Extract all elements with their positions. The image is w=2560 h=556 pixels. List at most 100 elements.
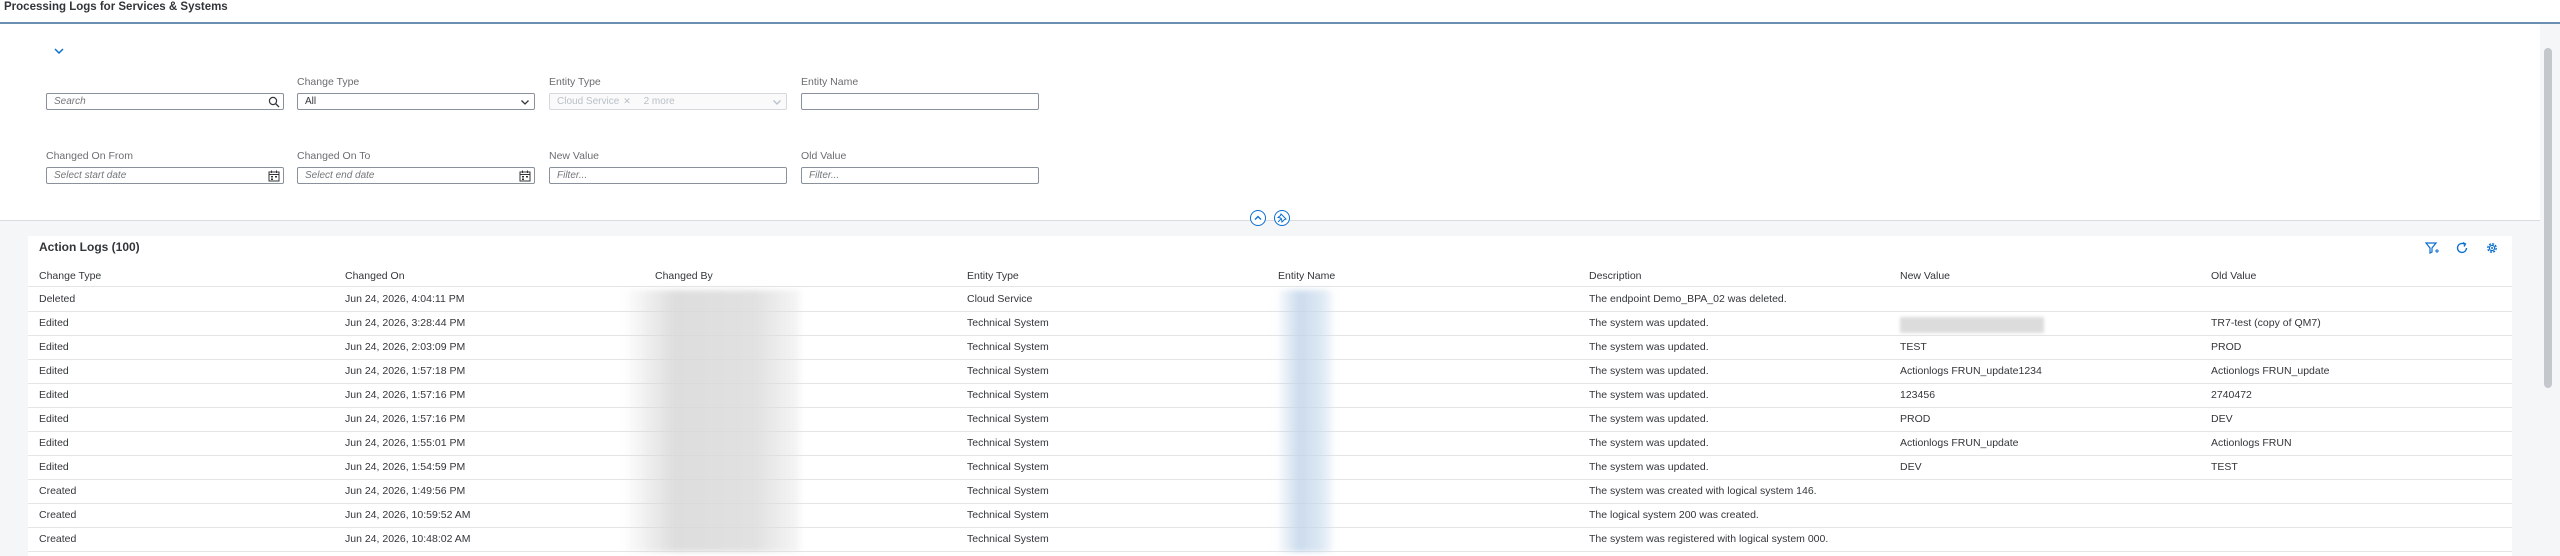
- entity-type-multiselect[interactable]: Cloud Service ✕ 2 more: [549, 93, 787, 110]
- cell-description: The system was updated.: [1589, 317, 1709, 329]
- column-header-new-value[interactable]: New Value: [1900, 270, 1950, 282]
- cell-description: The system was updated.: [1589, 413, 1709, 425]
- cell-changed-on: Jun 24, 2026, 1:54:59 PM: [345, 461, 466, 473]
- cell-new-value: TEST: [1900, 341, 1927, 353]
- cell-description: The logical system 200 was created.: [1589, 509, 1759, 521]
- column-header-entity-type[interactable]: Entity Type: [967, 270, 1019, 282]
- cell-entity-type: Cloud Service: [967, 293, 1033, 305]
- column-header-entity-name[interactable]: Entity Name: [1278, 270, 1335, 282]
- calendar-icon[interactable]: [519, 170, 531, 182]
- table-row[interactable]: Edited Jun 24, 2026, 1:57:16 PM Technical …: [28, 383, 2512, 408]
- table-row[interactable]: Edited Jun 24, 2026, 1:57:16 PM Technical …: [28, 407, 2512, 432]
- search-input[interactable]: Search: [46, 93, 284, 110]
- cell-change-type: Deleted: [39, 293, 76, 305]
- cell-entity-type: Technical System: [967, 413, 1049, 425]
- app-header: Processing Logs for Services & Systems: [0, 0, 2560, 24]
- collapse-header-button[interactable]: [1250, 210, 1266, 226]
- chevron-down-icon[interactable]: [771, 96, 783, 108]
- redacted-entity-name: [1276, 290, 1334, 552]
- table-row[interactable]: Edited Jun 24, 2026, 3:28:44 PM Technical …: [28, 311, 2512, 336]
- cell-new-value: 123456: [1900, 389, 1936, 401]
- cell-changed-on: Jun 24, 2026, 1:57:18 PM: [345, 365, 466, 377]
- cell-new-value: Actionlogs FRUN_update1234: [1900, 365, 2042, 377]
- cell-description: The system was created with logical syst…: [1589, 485, 1817, 497]
- more-tokens-indicator[interactable]: 2 more: [644, 96, 675, 107]
- cell-description: The system was updated.: [1589, 461, 1709, 473]
- cell-change-type: Edited: [39, 437, 69, 449]
- cell-entity-type: Technical System: [967, 341, 1049, 353]
- cell-entity-type: Technical System: [967, 365, 1049, 377]
- remove-token-icon[interactable]: ✕: [623, 96, 631, 106]
- entity-name-input[interactable]: [801, 93, 1039, 110]
- cell-description: The system was registered with logical s…: [1589, 533, 1829, 545]
- table-row[interactable]: Edited Jun 24, 2026, 2:03:09 PM Technical …: [28, 335, 2512, 360]
- column-header-change-type[interactable]: Change Type: [39, 270, 101, 282]
- table-title: Action Logs (100): [39, 240, 140, 254]
- cell-change-type: Edited: [39, 365, 69, 377]
- cell-changed-on: Jun 24, 2026, 1:57:16 PM: [345, 413, 466, 425]
- chevron-down-icon[interactable]: [52, 44, 66, 58]
- cell-new-value: DEV: [1900, 461, 1922, 473]
- changed-on-from-datepicker[interactable]: Select start date: [46, 167, 284, 184]
- table-row[interactable]: Edited Jun 24, 2026, 1:57:18 PM Technical …: [28, 359, 2512, 384]
- cell-description: The system was updated.: [1589, 365, 1709, 377]
- cell-changed-on: Jun 24, 2026, 1:49:56 PM: [345, 485, 466, 497]
- entity-type-label: Entity Type: [549, 76, 601, 88]
- table-row[interactable]: Created Jun 24, 2026, 10:59:52 AM Technica…: [28, 503, 2512, 528]
- new-value-label: New Value: [549, 150, 599, 162]
- table-row[interactable]: Created Jun 24, 2026, 10:48:02 AM Technica…: [28, 527, 2512, 552]
- new-value-input[interactable]: Filter...: [549, 167, 787, 184]
- cell-changed-on: Jun 24, 2026, 1:57:16 PM: [345, 389, 466, 401]
- cell-change-type: Edited: [39, 389, 69, 401]
- header-splitter: [0, 220, 2540, 221]
- changed-on-to-datepicker[interactable]: Select end date: [297, 167, 535, 184]
- cell-changed-on: Jun 24, 2026, 10:59:52 AM: [345, 509, 471, 521]
- filter-icon[interactable]: [2424, 240, 2440, 256]
- cell-entity-type: Technical System: [967, 389, 1049, 401]
- cell-new-value: PROD: [1900, 413, 1931, 425]
- column-header-description[interactable]: Description: [1589, 270, 1642, 282]
- search-icon[interactable]: [268, 96, 280, 108]
- old-value-label: Old Value: [801, 150, 847, 162]
- cell-changed-on: Jun 24, 2026, 4:04:11 PM: [345, 293, 465, 305]
- cell-new-value: Actionlogs FRUN_update: [1900, 437, 2019, 449]
- cell-description: The system was updated.: [1589, 389, 1709, 401]
- refresh-icon[interactable]: [2454, 240, 2470, 256]
- cell-old-value: Actionlogs FRUN_update: [2211, 365, 2330, 377]
- table-row[interactable]: Created Jun 24, 2026, 1:49:56 PM Technical…: [28, 479, 2512, 504]
- entity-type-token[interactable]: Cloud Service ✕: [557, 96, 631, 107]
- cell-description: The system was updated.: [1589, 437, 1709, 449]
- page-title: Processing Logs for Services & Systems: [4, 1, 228, 13]
- cell-entity-type: Technical System: [967, 461, 1049, 473]
- cell-description: The endpoint Demo_BPA_02 was deleted.: [1589, 293, 1787, 305]
- table-row[interactable]: Deleted Jun 24, 2026, 4:04:11 PM Cloud Ser…: [28, 287, 2512, 312]
- column-header-changed-by[interactable]: Changed By: [655, 270, 713, 282]
- cell-change-type: Created: [39, 533, 77, 545]
- change-type-select[interactable]: All: [297, 93, 535, 110]
- table-row[interactable]: Edited Jun 24, 2026, 1:54:59 PM Technical …: [28, 455, 2512, 480]
- vertical-scrollbar[interactable]: [2544, 48, 2552, 388]
- cell-old-value: PROD: [2211, 341, 2242, 353]
- cell-entity-type: Technical System: [967, 317, 1049, 329]
- changed-on-to-label: Changed On To: [297, 150, 371, 162]
- column-header-old-value[interactable]: Old Value: [2211, 270, 2256, 282]
- redacted-new-value: [1900, 317, 2044, 333]
- chevron-up-icon: [1254, 215, 1262, 220]
- cell-old-value: DEV: [2211, 413, 2233, 425]
- cell-changed-on: Jun 24, 2026, 1:55:01 PM: [345, 437, 466, 449]
- table-row[interactable]: Edited Jun 24, 2026, 1:55:01 PM Technical …: [28, 431, 2512, 456]
- pin-header-button[interactable]: [1274, 210, 1290, 226]
- entity-name-label: Entity Name: [801, 76, 859, 88]
- cell-changed-on: Jun 24, 2026, 10:48:02 AM: [345, 533, 471, 545]
- cell-entity-type: Technical System: [967, 509, 1049, 521]
- changed-on-from-label: Changed On From: [46, 150, 133, 162]
- calendar-icon[interactable]: [268, 170, 280, 182]
- old-value-input[interactable]: Filter...: [801, 167, 1039, 184]
- cell-old-value: TR7-test (copy of QM7): [2211, 317, 2321, 329]
- column-header-changed-on[interactable]: Changed On: [345, 270, 405, 282]
- cell-old-value: Actionlogs FRUN: [2211, 437, 2292, 449]
- settings-icon[interactable]: [2484, 240, 2500, 256]
- cell-change-type: Edited: [39, 341, 69, 353]
- cell-entity-type: Technical System: [967, 437, 1049, 449]
- chevron-down-icon[interactable]: [519, 96, 531, 108]
